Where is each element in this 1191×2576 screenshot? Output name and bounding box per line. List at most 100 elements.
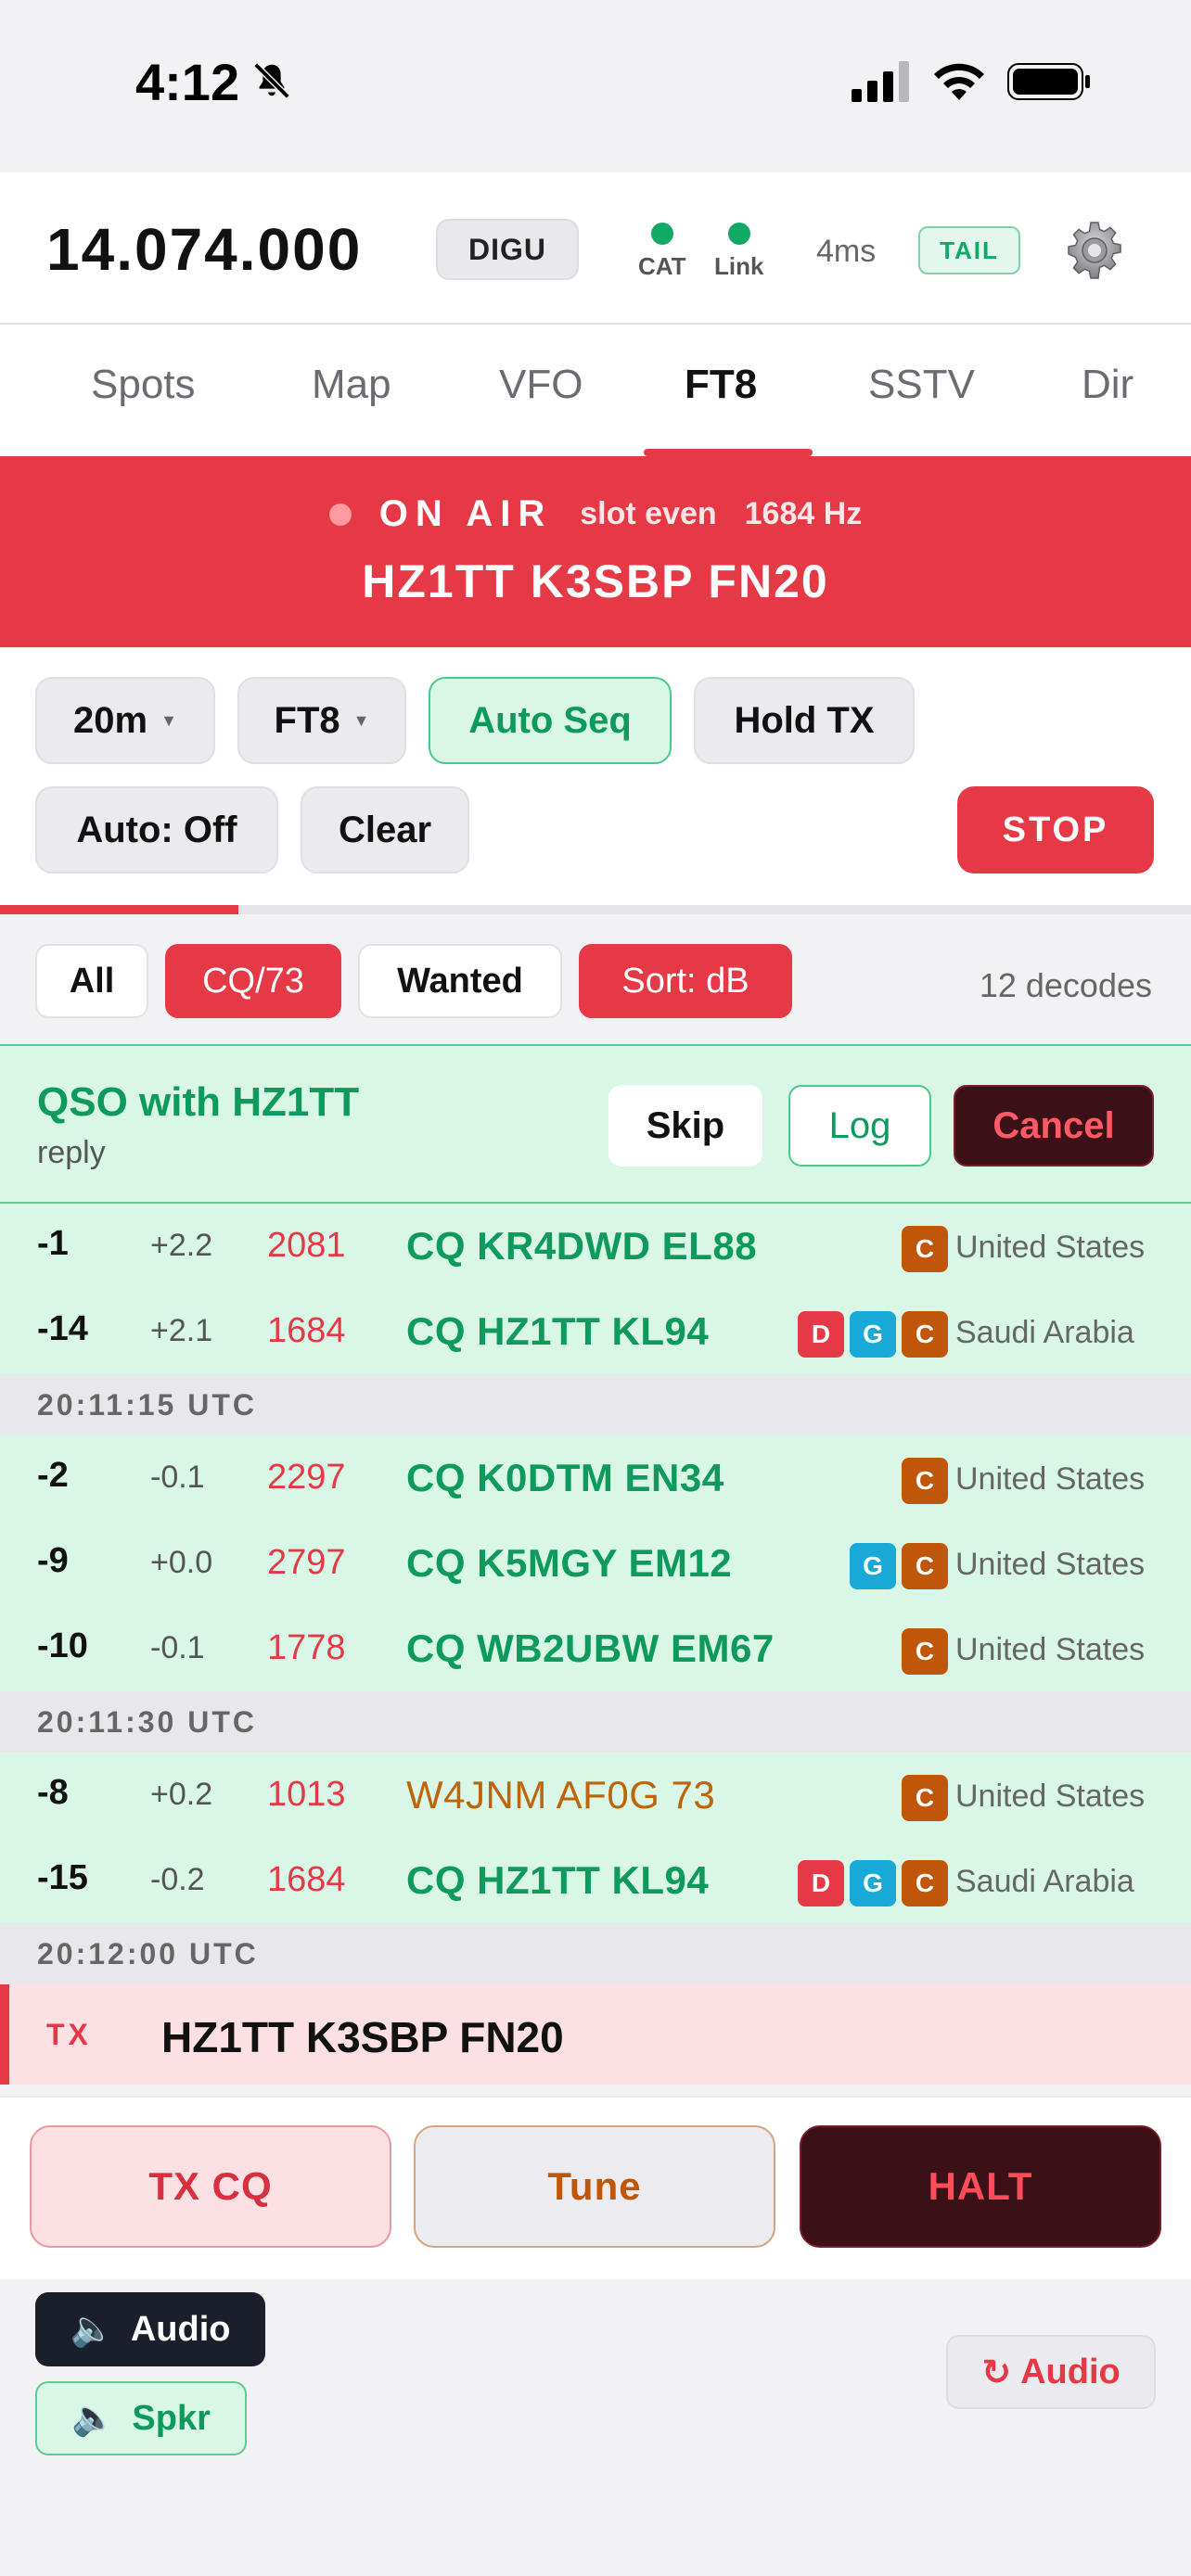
audio-frequency: 1013 bbox=[267, 1775, 346, 1814]
filter-cq73[interactable]: CQ/73 bbox=[165, 944, 341, 1018]
on-air-dot bbox=[328, 503, 352, 526]
speaker-icon: 🔈 bbox=[71, 2399, 116, 2438]
on-air-label: ON AIR bbox=[378, 493, 553, 534]
snr: -1 bbox=[37, 1224, 69, 1263]
snr: -8 bbox=[37, 1773, 69, 1812]
tab-ft8[interactable]: FT8 bbox=[685, 362, 757, 408]
snr: -2 bbox=[37, 1456, 69, 1495]
radio-header: 14.074.000 DIGU CAT Link 4ms TAIL bbox=[0, 172, 1191, 325]
badge-group: C bbox=[902, 1775, 948, 1821]
tab-map[interactable]: Map bbox=[312, 362, 391, 408]
snr: -10 bbox=[37, 1626, 88, 1665]
time-separator: 20:11:30 UTC bbox=[0, 1691, 1191, 1753]
stop-button[interactable]: STOP bbox=[957, 786, 1154, 874]
filter-all[interactable]: All bbox=[35, 944, 148, 1018]
country: United States bbox=[955, 1461, 1146, 1497]
badge-g: G bbox=[850, 1543, 896, 1589]
decode-row[interactable]: -8 +0.2 1013 W4JNM AF0G 73 C United States bbox=[0, 1753, 1191, 1838]
decode-filters: All CQ/73 Wanted Sort: dB 12 decodes bbox=[0, 914, 1191, 1044]
decode-list: -1 +2.2 2081 CQ KR4DWD EL88 C United States -1… bbox=[0, 1204, 1191, 2085]
badge-c: C bbox=[902, 1775, 948, 1821]
decode-message: CQ HZ1TT KL94 bbox=[406, 1309, 710, 1353]
audio-controls: 🔈 Audio 🔈 Spkr ↻ Audio bbox=[0, 2279, 1191, 2576]
protocol-selector[interactable]: FT8 ▼ bbox=[237, 677, 406, 764]
cat-indicator: CAT bbox=[638, 223, 686, 281]
qso-title: QSO with HZ1TT bbox=[37, 1079, 360, 1125]
decode-row[interactable]: -1 +2.2 2081 CQ KR4DWD EL88 C United States bbox=[0, 1204, 1191, 1289]
mode-selector[interactable]: DIGU bbox=[436, 219, 579, 280]
tx-offset: 1684 Hz bbox=[744, 496, 863, 531]
country: United States bbox=[955, 1547, 1146, 1582]
time-offset: +2.2 bbox=[150, 1228, 213, 1263]
badge-d: D bbox=[798, 1860, 844, 1906]
snr: -9 bbox=[37, 1541, 69, 1580]
badge-d: D bbox=[798, 1311, 844, 1358]
decode-message: CQ WB2UBW EM67 bbox=[406, 1626, 775, 1670]
time-separator: 20:11:15 UTC bbox=[0, 1374, 1191, 1435]
slot-progress-bar bbox=[0, 905, 1191, 914]
auto-seq-toggle[interactable]: Auto Seq bbox=[429, 677, 672, 764]
tx-tag: TX bbox=[46, 2018, 92, 2051]
tab-bar: Spots Map VFO FT8 SSTV Dir bbox=[0, 325, 1191, 456]
link-label: Link bbox=[714, 252, 764, 280]
status-time: 4:12 bbox=[135, 53, 240, 111]
log-button[interactable]: Log bbox=[788, 1085, 931, 1167]
cellular-signal-icon bbox=[852, 61, 909, 102]
cancel-button[interactable]: Cancel bbox=[954, 1085, 1154, 1167]
audio-frequency: 2081 bbox=[267, 1226, 346, 1265]
audio-frequency: 2797 bbox=[267, 1543, 346, 1582]
audio-frequency: 1684 bbox=[267, 1311, 346, 1350]
hold-tx-toggle[interactable]: Hold TX bbox=[694, 677, 915, 764]
qso-state: reply bbox=[37, 1135, 106, 1170]
badge-group: C bbox=[902, 1628, 948, 1675]
time-offset: -0.1 bbox=[150, 1460, 205, 1495]
restart-audio-button[interactable]: ↻ Audio bbox=[946, 2335, 1156, 2409]
cat-label: CAT bbox=[638, 252, 686, 280]
restart-audio-label: Audio bbox=[1020, 2352, 1121, 2391]
decode-row[interactable]: -9 +0.0 2797 CQ K5MGY EM12 G C United States bbox=[0, 1521, 1191, 1606]
gear-icon[interactable] bbox=[1065, 221, 1124, 280]
filter-wanted[interactable]: Wanted bbox=[358, 944, 562, 1018]
refresh-icon: ↻ bbox=[981, 2353, 1012, 2392]
status-bar: 4:12 bbox=[0, 0, 1191, 172]
badge-group: C bbox=[902, 1458, 948, 1504]
halt-button[interactable]: HALT bbox=[800, 2125, 1161, 2248]
auto-mode-toggle[interactable]: Auto: Off bbox=[35, 786, 278, 874]
tune-button[interactable]: Tune bbox=[414, 2125, 775, 2248]
audio-frequency: 1684 bbox=[267, 1860, 346, 1899]
bell-muted-icon bbox=[253, 62, 290, 99]
tx-cq-button[interactable]: TX CQ bbox=[30, 2125, 391, 2248]
badge-g: G bbox=[850, 1311, 896, 1358]
latency-readout: 4ms bbox=[816, 234, 877, 269]
badge-c: C bbox=[902, 1226, 948, 1272]
country: United States bbox=[955, 1632, 1146, 1667]
chevron-down-icon: ▼ bbox=[160, 710, 177, 730]
vfo-frequency[interactable]: 14.074.000 bbox=[46, 215, 362, 284]
audio-toggle[interactable]: 🔈 Audio bbox=[35, 2292, 265, 2366]
tab-spots[interactable]: Spots bbox=[91, 362, 196, 408]
ft8-controls: 20m ▼ FT8 ▼ Auto Seq Hold TX Auto: Off C… bbox=[0, 647, 1191, 905]
skip-button[interactable]: Skip bbox=[608, 1085, 762, 1167]
chevron-down-icon: ▼ bbox=[352, 710, 370, 730]
band-selector[interactable]: 20m ▼ bbox=[35, 677, 215, 764]
decode-row[interactable]: -15 -0.2 1684 CQ HZ1TT KL94 D G C Saudi Arabia bbox=[0, 1838, 1191, 1923]
tab-sstv[interactable]: SSTV bbox=[868, 362, 975, 408]
slot-progress-fill bbox=[0, 905, 238, 914]
on-air-banner: ON AIR slot even 1684 Hz HZ1TT K3SBP FN2… bbox=[0, 456, 1191, 647]
cat-status-dot bbox=[650, 223, 673, 245]
tab-vfo[interactable]: VFO bbox=[499, 362, 583, 408]
decode-message: CQ KR4DWD EL88 bbox=[406, 1224, 758, 1268]
sort-button[interactable]: Sort: dB bbox=[579, 944, 792, 1018]
decode-row[interactable]: -2 -0.1 2297 CQ K0DTM EN34 C United States bbox=[0, 1435, 1191, 1521]
badge-c: C bbox=[902, 1860, 948, 1906]
time-offset: -0.2 bbox=[150, 1862, 205, 1897]
clear-button[interactable]: Clear bbox=[301, 786, 469, 874]
tab-dir[interactable]: Dir bbox=[1082, 362, 1133, 408]
speaker-toggle[interactable]: 🔈 Spkr bbox=[35, 2381, 247, 2455]
decode-row[interactable]: -14 +2.1 1684 CQ HZ1TT KL94 D G C Saudi Arabia bbox=[0, 1289, 1191, 1374]
protocol-label: FT8 bbox=[274, 699, 340, 741]
decode-row[interactable]: -10 -0.1 1778 CQ WB2UBW EM67 C United States bbox=[0, 1606, 1191, 1691]
decode-message: CQ HZ1TT KL94 bbox=[406, 1858, 710, 1902]
badge-c: C bbox=[902, 1628, 948, 1675]
tail-toggle[interactable]: TAIL bbox=[918, 226, 1020, 274]
